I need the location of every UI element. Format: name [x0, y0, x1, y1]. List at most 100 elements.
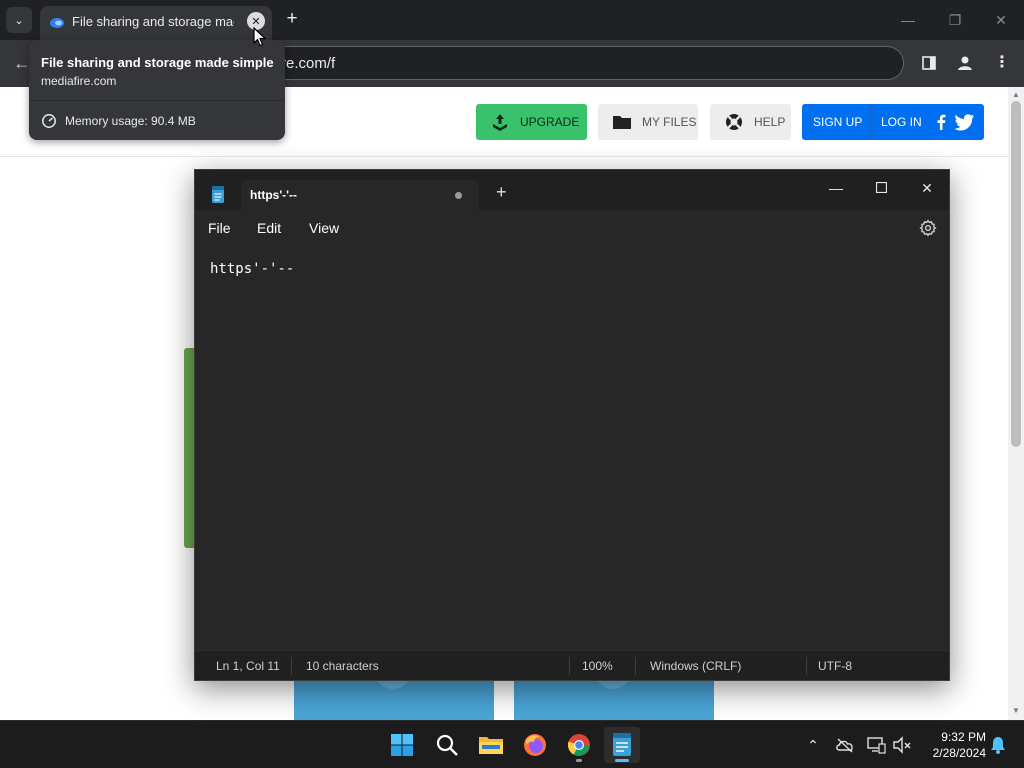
tab-search-button[interactable]: ⌄	[6, 7, 32, 33]
notification-bell-icon	[991, 737, 1005, 754]
notepad-app-icon	[212, 186, 224, 203]
file-explorer-icon	[479, 737, 503, 754]
onedrive-tray-button[interactable]	[835, 735, 855, 755]
facebook-icon[interactable]	[932, 113, 950, 131]
status-character-count: 10 characters	[306, 659, 379, 673]
status-line-ending[interactable]: Windows (CRLF)	[650, 659, 741, 673]
settings-gear-icon[interactable]	[919, 219, 937, 237]
browser-tab-strip: ⌄ File sharing and storage made simple ✕…	[0, 0, 1024, 40]
restore-button[interactable]: ❐	[945, 10, 965, 30]
folder-icon	[613, 116, 631, 129]
clock-time: 9:32 PM	[941, 730, 986, 744]
upgrade-button[interactable]: UPGRADE	[476, 104, 587, 140]
taskbar-clock[interactable]: 9:32 PM 2/28/2024	[918, 729, 986, 761]
start-icon	[391, 734, 413, 756]
address-bar-url: re.com/f	[281, 55, 336, 72]
notepad-minimize-button[interactable]: —	[813, 174, 859, 202]
kebab-menu-icon: ⋮	[994, 54, 1010, 71]
status-encoding[interactable]: UTF-8	[818, 659, 852, 673]
notepad-tab-title: https'-'--	[250, 188, 298, 202]
notepad-window: https'-'-- + — ✕ File Edit View https'-'…	[194, 169, 950, 681]
mediafire-favicon-icon	[50, 18, 64, 28]
status-divider	[806, 657, 807, 675]
notepad-new-tab-button[interactable]: +	[496, 183, 507, 201]
search-button[interactable]	[429, 727, 465, 763]
firefox-icon	[524, 734, 546, 756]
notifications-button[interactable]	[988, 735, 1008, 755]
chrome-icon	[567, 734, 590, 756]
chevron-down-icon: ⌄	[14, 14, 24, 27]
status-zoom[interactable]: 100%	[582, 659, 613, 673]
notepad-tab[interactable]: https'-'--	[241, 180, 479, 210]
mouse-cursor-icon	[253, 27, 267, 47]
background-card	[514, 669, 714, 720]
profile-button[interactable]	[954, 51, 976, 75]
menu-view[interactable]: View	[309, 220, 339, 236]
twitter-icon[interactable]	[955, 113, 975, 131]
hover-card-domain: mediafire.com	[41, 74, 117, 88]
notepad-icon	[613, 733, 631, 756]
page-scrollbar[interactable]: ▲ ▼	[1008, 87, 1024, 720]
scroll-up-arrow-icon[interactable]: ▲	[1011, 90, 1021, 99]
scroll-down-arrow-icon[interactable]: ▼	[1011, 706, 1021, 715]
address-bar[interactable]: re.com/f	[268, 46, 904, 80]
new-tab-button[interactable]: +	[282, 8, 302, 30]
hover-card-title: File sharing and storage made simple	[41, 55, 274, 70]
start-button[interactable]	[384, 727, 420, 763]
firefox-button[interactable]	[517, 727, 553, 763]
tab-title: File sharing and storage made simple	[72, 14, 234, 29]
lifebuoy-icon	[726, 114, 742, 130]
tab-hover-card: File sharing and storage made simple med…	[29, 40, 285, 140]
notepad-menubar: File Edit View	[195, 210, 949, 246]
memory-gauge-icon	[42, 114, 56, 128]
search-icon	[436, 734, 458, 756]
chevron-up-icon: ⌃	[807, 737, 819, 753]
show-hidden-icons-button[interactable]: ⌃	[803, 735, 823, 755]
notepad-close-button[interactable]: ✕	[904, 174, 950, 202]
windows-taskbar: ⌃ 9:32 PM 2/28/2024	[0, 720, 1024, 768]
side-panel-button[interactable]	[918, 51, 940, 75]
log-in-button[interactable]: LOG IN	[881, 115, 922, 129]
menu-edit[interactable]: Edit	[257, 220, 281, 236]
scrollbar-thumb[interactable]	[1011, 101, 1021, 447]
notepad-taskbar-button[interactable]	[604, 727, 640, 763]
volume-tray-button[interactable]	[892, 735, 912, 755]
notepad-statusbar: Ln 1, Col 11 10 characters 100% Windows …	[195, 650, 949, 680]
profile-icon	[958, 56, 972, 70]
minimize-button[interactable]: —	[898, 10, 918, 30]
notepad-editor-text[interactable]: https'-'--	[210, 261, 294, 277]
browser-tab[interactable]: File sharing and storage made simple ✕	[40, 6, 272, 40]
running-indicator	[576, 759, 582, 762]
auth-divider	[870, 104, 871, 140]
status-divider	[635, 657, 636, 675]
sign-up-button[interactable]: SIGN UP	[813, 115, 862, 129]
onedrive-offline-icon	[836, 738, 853, 753]
close-window-button[interactable]: ✕	[991, 10, 1011, 30]
status-divider	[291, 657, 292, 675]
unsaved-indicator-icon[interactable]	[455, 192, 462, 199]
my-files-button[interactable]: MY FILES	[598, 104, 698, 140]
background-card	[294, 669, 494, 720]
upgrade-label: UPGRADE	[520, 115, 580, 129]
upgrade-icon	[493, 114, 507, 131]
status-cursor-position: Ln 1, Col 11	[216, 659, 280, 673]
hover-card-divider	[29, 100, 285, 101]
hover-card-memory: Memory usage: 90.4 MB	[65, 114, 196, 128]
active-indicator	[615, 759, 629, 762]
network-tray-button[interactable]	[866, 735, 886, 755]
auth-button-group: SIGN UP LOG IN	[802, 104, 984, 140]
menu-file[interactable]: File	[208, 220, 231, 236]
menu-button[interactable]: ⋮	[991, 51, 1013, 75]
side-panel-icon	[922, 56, 936, 70]
network-icon	[867, 737, 886, 754]
chrome-button[interactable]	[561, 727, 597, 763]
notepad-maximize-button[interactable]	[858, 174, 904, 202]
file-explorer-button[interactable]	[473, 727, 509, 763]
help-label: HELP	[754, 115, 786, 129]
my-files-label: MY FILES	[642, 115, 697, 129]
volume-muted-icon	[893, 736, 911, 754]
status-divider	[569, 657, 570, 675]
notepad-titlebar: https'-'-- + — ✕	[195, 170, 949, 210]
help-button[interactable]: HELP	[710, 104, 791, 140]
clock-date: 2/28/2024	[932, 746, 986, 760]
